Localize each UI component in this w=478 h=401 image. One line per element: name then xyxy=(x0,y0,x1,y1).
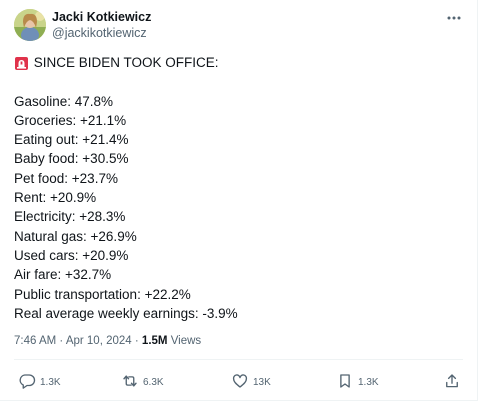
reply-button[interactable]: 1.3K xyxy=(18,372,61,392)
stat-line: Pet food: +23.7% xyxy=(14,170,118,186)
stat-line: Electricity: +28.3% xyxy=(14,209,126,225)
bookmark-icon xyxy=(336,372,354,393)
action-bar: 1.3K 6.3K 13K 1.3K xyxy=(14,372,463,392)
views-label: Views xyxy=(170,335,202,347)
tweet-meta: 7:46 AM · Apr 10, 2024 · 1.5M Views xyxy=(14,335,201,347)
stat-line: Baby food: +30.5% xyxy=(14,151,129,167)
bookmark-count: 1.3K xyxy=(358,376,379,388)
share-button[interactable] xyxy=(443,372,461,392)
divider xyxy=(14,359,463,360)
author-name[interactable]: Jacki Kotkiewicz xyxy=(52,10,151,24)
author-handle[interactable]: @jackikotkiewicz xyxy=(52,26,147,40)
stat-line: Rent: +20.9% xyxy=(14,190,97,206)
stat-line: Natural gas: +26.9% xyxy=(14,228,137,244)
stat-line: Air fare: +32.7% xyxy=(14,267,112,283)
stat-line: Public transportation: +22.2% xyxy=(14,286,191,302)
meta-separator: · xyxy=(134,335,139,347)
meta-separator: · xyxy=(59,335,64,347)
stat-line: Used cars: +20.9% xyxy=(14,247,129,263)
avatar[interactable] xyxy=(14,9,46,41)
stat-line: Eating out: +21.4% xyxy=(14,132,129,148)
more-options-icon[interactable] xyxy=(445,11,463,25)
like-count: 13K xyxy=(253,376,271,388)
repost-icon xyxy=(121,372,139,393)
share-icon xyxy=(443,372,461,393)
like-icon xyxy=(231,372,249,393)
stat-line: Groceries: +21.1% xyxy=(14,112,127,128)
stat-line: Gasoline: 47.8% xyxy=(14,93,114,109)
repost-button[interactable]: 6.3K xyxy=(121,372,164,392)
police-siren-icon xyxy=(14,56,29,71)
views-count[interactable]: 1.5M xyxy=(142,335,168,347)
repost-count: 6.3K xyxy=(143,376,164,388)
bookmark-button[interactable]: 1.3K xyxy=(336,372,379,392)
like-button[interactable]: 13K xyxy=(231,372,271,392)
stat-line: Real average weekly earnings: -3.9% xyxy=(14,305,238,321)
reply-icon xyxy=(18,372,36,393)
tweet-text: SINCE BIDEN TOOK OFFICE: Gasoline: 47.8%… xyxy=(14,53,463,323)
tweet-date[interactable]: Apr 10, 2024 xyxy=(66,335,132,347)
tweet-headline-line: SINCE BIDEN TOOK OFFICE: xyxy=(14,53,463,72)
tweet-headline: SINCE BIDEN TOOK OFFICE: xyxy=(33,55,219,70)
tweet-header: Jacki Kotkiewicz @jackikotkiewicz xyxy=(14,9,467,45)
tweet-time[interactable]: 7:46 AM xyxy=(14,335,56,347)
tweet: Jacki Kotkiewicz @jackikotkiewicz SINCE … xyxy=(0,0,478,401)
reply-count: 1.3K xyxy=(40,376,61,388)
